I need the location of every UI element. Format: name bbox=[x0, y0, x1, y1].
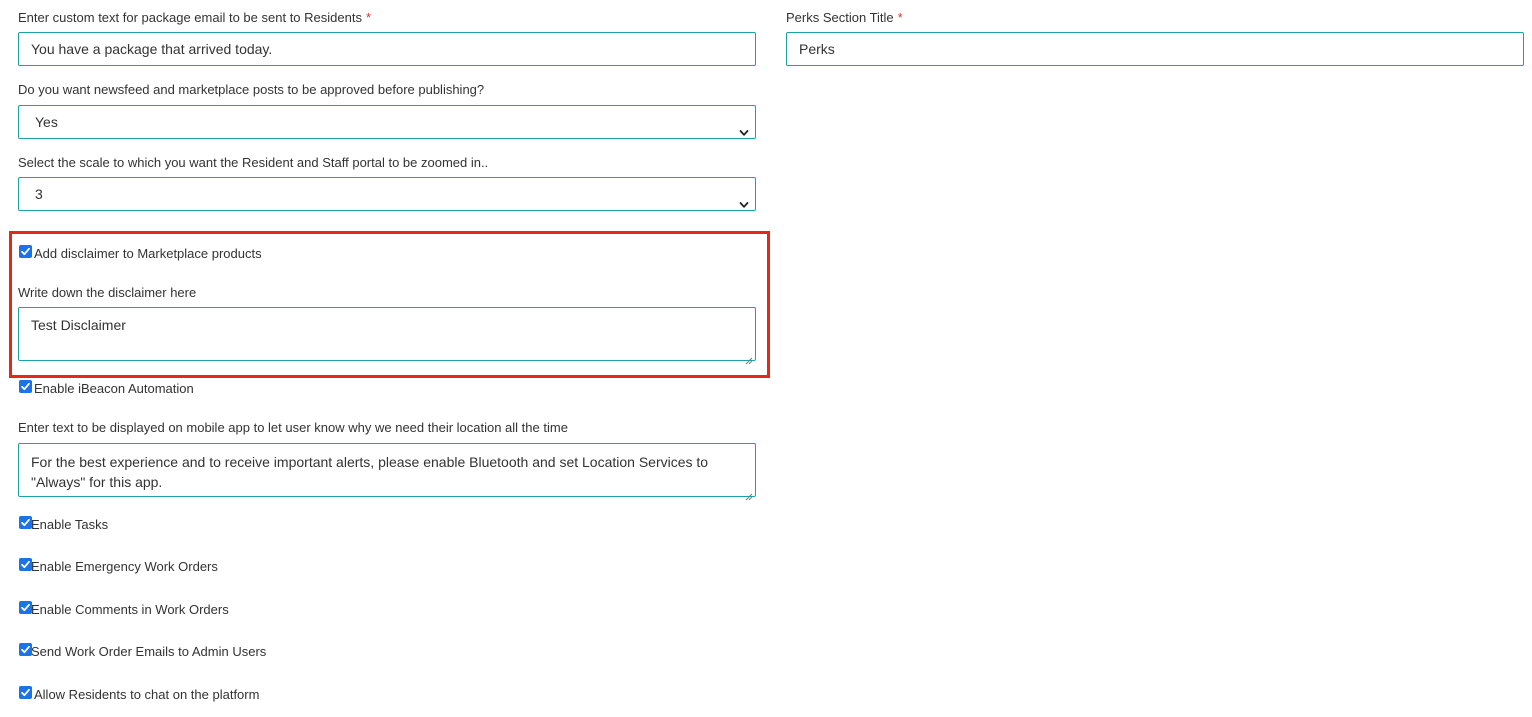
approval-selected-value: Yes bbox=[35, 114, 58, 130]
required-mark: * bbox=[897, 10, 903, 25]
location-textarea[interactable]: For the best experience and to receive i… bbox=[18, 443, 756, 501]
zoom-scale-select[interactable]: 3 bbox=[18, 177, 756, 211]
chevron-down-icon bbox=[739, 189, 749, 208]
enable-emergency-work-orders-label: Enable Emergency Work Orders bbox=[31, 559, 218, 574]
checkmark-icon bbox=[21, 382, 30, 391]
required-mark: * bbox=[365, 10, 372, 25]
package-email-label: Enter custom text for package email to b… bbox=[18, 10, 371, 26]
perks-title-label-text: Perks Section Title bbox=[786, 10, 894, 25]
resize-grip-icon[interactable] bbox=[745, 350, 753, 365]
perks-title-input[interactable]: Perks bbox=[786, 32, 1524, 66]
resize-grip-icon[interactable] bbox=[745, 486, 753, 501]
ibeacon-checkbox[interactable] bbox=[19, 380, 32, 393]
location-text-value: For the best experience and to receive i… bbox=[31, 454, 709, 490]
enable-tasks-label: Enable Tasks bbox=[31, 517, 109, 532]
checkmark-icon bbox=[21, 247, 30, 256]
package-email-label-text: Enter custom text for package email to b… bbox=[18, 10, 362, 25]
package-email-input[interactable]: You have a package that arrived today. bbox=[18, 32, 756, 66]
disclaimer-text-label: Write down the disclaimer here bbox=[18, 285, 197, 300]
ibeacon-checkbox-label: Enable iBeacon Automation bbox=[34, 381, 194, 396]
perks-title-value: Perks bbox=[799, 41, 835, 57]
chevron-down-icon bbox=[739, 117, 749, 136]
enable-comments-work-orders-label: Enable Comments in Work Orders bbox=[31, 602, 229, 617]
disclaimer-value: Test Disclaimer bbox=[31, 317, 126, 333]
allow-residents-chat-checkbox[interactable] bbox=[19, 686, 32, 699]
package-email-value: You have a package that arrived today. bbox=[31, 41, 273, 57]
send-work-order-emails-label: Send Work Order Emails to Admin Users bbox=[31, 644, 267, 659]
approval-select[interactable]: Yes bbox=[18, 105, 756, 139]
zoom-scale-label: Select the scale to which you want the R… bbox=[18, 155, 489, 170]
zoom-scale-selected-value: 3 bbox=[35, 186, 43, 202]
checkmark-icon bbox=[21, 688, 30, 697]
disclaimer-checkbox-label: Add disclaimer to Marketplace products bbox=[34, 246, 262, 261]
location-text-label: Enter text to be displayed on mobile app… bbox=[18, 420, 568, 435]
disclaimer-textarea[interactable]: Test Disclaimer bbox=[18, 307, 756, 365]
allow-residents-chat-label: Allow Residents to chat on the platform bbox=[34, 687, 260, 702]
disclaimer-checkbox[interactable] bbox=[19, 245, 32, 258]
perks-title-label: Perks Section Title * bbox=[786, 10, 903, 26]
approval-label: Do you want newsfeed and marketplace pos… bbox=[18, 82, 485, 97]
